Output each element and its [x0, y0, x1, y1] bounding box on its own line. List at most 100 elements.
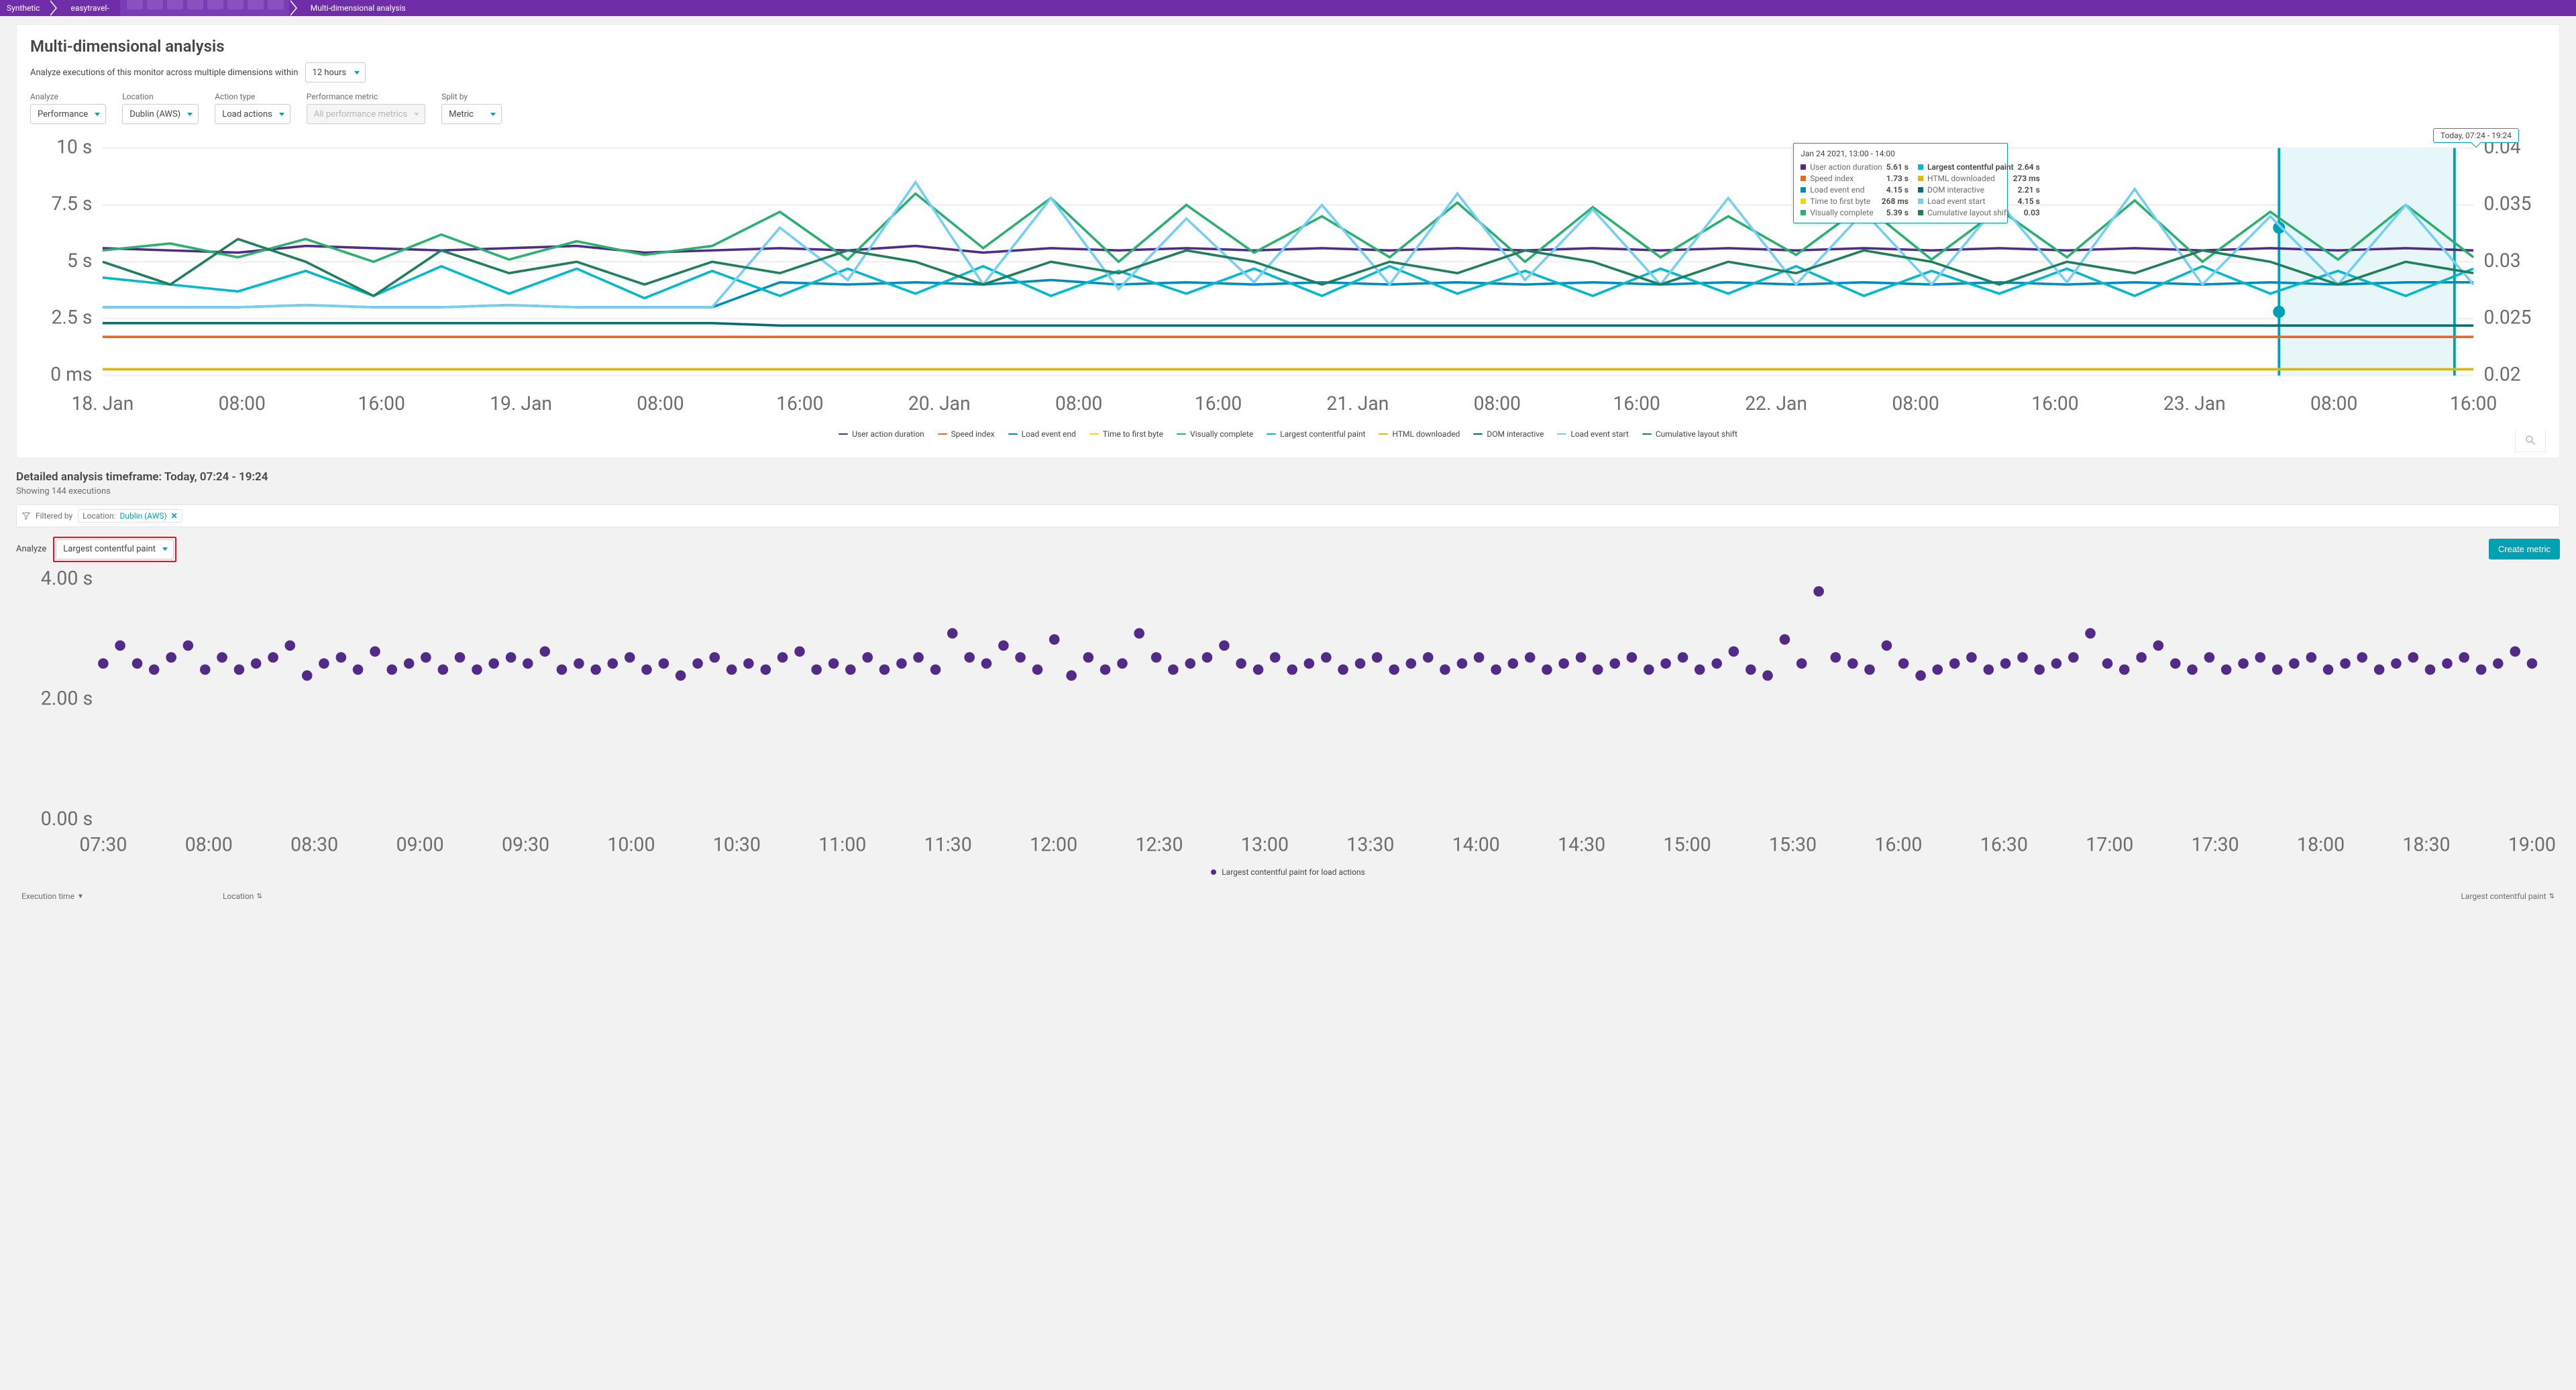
svg-text:16:30: 16:30 — [1980, 833, 2028, 855]
svg-text:08:00: 08:00 — [219, 392, 266, 415]
svg-text:5 s: 5 s — [67, 250, 92, 272]
legend-item[interactable]: Visually complete — [1177, 429, 1253, 439]
svg-text:18:00: 18:00 — [2297, 833, 2345, 855]
timerange-badge: Today, 07:24 - 19:24 — [2433, 128, 2519, 143]
analyze-dropdown[interactable]: Performance — [30, 104, 106, 124]
svg-text:0.035: 0.035 — [2484, 193, 2532, 215]
th-lcp-label: Largest contentful paint — [2461, 892, 2546, 901]
svg-text:10:00: 10:00 — [607, 833, 655, 855]
svg-text:16:00: 16:00 — [2450, 392, 2497, 415]
svg-text:08:00: 08:00 — [1892, 392, 1939, 415]
svg-text:10:30: 10:30 — [713, 833, 761, 855]
legend-item[interactable]: Load event start — [1557, 429, 1628, 439]
legend-item[interactable]: Load event end — [1008, 429, 1076, 439]
zoom-reset-button[interactable] — [2515, 429, 2546, 452]
sort-desc-icon: ▼ — [77, 893, 84, 900]
svg-text:16:00: 16:00 — [358, 392, 405, 415]
sort-icon: ⇅ — [2549, 893, 2555, 900]
chevron-down-icon — [354, 71, 360, 74]
chevron-down-icon — [490, 113, 496, 116]
detail-analyze-dropdown[interactable]: Largest contentful paint — [56, 539, 174, 559]
svg-text:08:00: 08:00 — [185, 833, 233, 855]
svg-text:08:00: 08:00 — [2310, 392, 2357, 415]
svg-text:16:00: 16:00 — [1613, 392, 1660, 415]
svg-text:08:00: 08:00 — [1474, 392, 1521, 415]
chevron-down-icon — [279, 113, 284, 116]
th-lcp[interactable]: Largest contentful paint ⇅ — [2461, 892, 2555, 901]
detail-analyze-label: Analyze — [16, 544, 46, 554]
actiontype-label: Action type — [215, 92, 290, 101]
splitby-dropdown[interactable]: Metric — [441, 104, 502, 124]
overview-chart[interactable]: 0 ms2.5 s5 s7.5 s10 s0.020.0250.030.0350… — [30, 131, 2546, 424]
splitby-label: Split by — [441, 92, 502, 101]
legend-item[interactable]: Time to first byte — [1089, 429, 1163, 439]
svg-text:08:00: 08:00 — [637, 392, 684, 415]
analyze-value: Performance — [38, 109, 88, 119]
chevron-down-icon — [162, 547, 168, 551]
chart-tooltip: Jan 24 2021, 13:00 - 14:00 User action d… — [1793, 143, 2008, 223]
svg-text:09:30: 09:30 — [502, 833, 549, 855]
detailed-subtitle: Showing 144 executions — [16, 486, 2560, 496]
svg-text:16:00: 16:00 — [1195, 392, 1242, 415]
svg-text:08:30: 08:30 — [290, 833, 338, 855]
svg-text:2.5 s: 2.5 s — [52, 307, 93, 329]
sort-icon: ⇅ — [256, 893, 262, 900]
actiontype-dropdown[interactable]: Load actions — [215, 104, 290, 124]
chevron-right-icon — [290, 0, 297, 16]
svg-text:14:30: 14:30 — [1558, 833, 1605, 855]
svg-text:16:00: 16:00 — [1874, 833, 1922, 855]
svg-text:0.02: 0.02 — [2484, 363, 2521, 385]
svg-text:0.025: 0.025 — [2484, 307, 2532, 329]
svg-text:0.03: 0.03 — [2484, 250, 2521, 272]
svg-text:2.00 s: 2.00 s — [41, 687, 93, 709]
svg-text:16:00: 16:00 — [2031, 392, 2078, 415]
scatter-legend-label: Largest contentful paint for load action… — [1222, 867, 1365, 877]
chevron-down-icon — [95, 113, 100, 116]
svg-text:07:30: 07:30 — [79, 833, 127, 855]
timeframe-value: 12 hours — [313, 68, 347, 78]
chevron-right-icon — [50, 0, 57, 16]
legend-item[interactable]: Speed index — [938, 429, 995, 439]
breadcrumb-monitor[interactable]: easytravel- — [57, 0, 119, 16]
analysis-panel: Multi-dimensional analysis Analyze execu… — [16, 24, 2560, 458]
legend-item[interactable]: HTML downloaded — [1379, 429, 1460, 439]
results-table-header: Execution time ▼ Location ⇅ Largest cont… — [16, 882, 2560, 901]
location-value: Dublin (AWS) — [129, 109, 180, 119]
breadcrumb-root[interactable]: Synthetic — [0, 0, 50, 16]
svg-text:17:00: 17:00 — [2086, 833, 2133, 855]
chip-value[interactable]: Dublin (AWS) — [120, 511, 167, 521]
legend-item[interactable]: DOM interactive — [1473, 429, 1544, 439]
filter-bar[interactable]: Filtered by Location: Dublin (AWS) ✕ — [16, 504, 2560, 527]
legend-item[interactable]: User action duration — [839, 429, 924, 439]
perf-metric-placeholder: All performance metrics — [314, 109, 407, 119]
svg-text:15:30: 15:30 — [1769, 833, 1817, 855]
actiontype-value: Load actions — [222, 109, 272, 119]
svg-text:11:30: 11:30 — [924, 833, 972, 855]
svg-text:4.00 s: 4.00 s — [41, 569, 93, 589]
th-location[interactable]: Location ⇅ — [223, 892, 357, 901]
magnifier-icon — [2524, 434, 2536, 446]
svg-text:10 s: 10 s — [56, 136, 92, 158]
location-label: Location — [122, 92, 199, 101]
th-execution-time[interactable]: Execution time ▼ — [21, 892, 223, 901]
svg-text:18:30: 18:30 — [2402, 833, 2450, 855]
perf-metric-label: Performance metric — [307, 92, 425, 101]
breadcrumb-current: Multi-dimensional analysis — [297, 0, 417, 16]
svg-text:19:00: 19:00 — [2508, 833, 2556, 855]
svg-text:21. Jan: 21. Jan — [1327, 392, 1389, 415]
scatter-chart[interactable]: 0.00 s2.00 s4.00 s07:3008:0008:3009:0009… — [16, 569, 2560, 865]
svg-text:12:00: 12:00 — [1030, 833, 1077, 855]
legend-item[interactable]: Largest contentful paint — [1267, 429, 1365, 439]
scatter-legend: Largest contentful paint for load action… — [16, 867, 2560, 877]
timeframe-dropdown[interactable]: 12 hours — [305, 62, 366, 83]
location-dropdown[interactable]: Dublin (AWS) — [122, 104, 199, 124]
legend-item[interactable]: Cumulative layout shift — [1642, 429, 1737, 439]
create-metric-button[interactable]: Create metric — [2489, 539, 2560, 559]
splitby-value: Metric — [449, 109, 474, 119]
breadcrumb: Synthetic easytravel- Multi-dimensional … — [0, 0, 2576, 16]
filter-chip-location: Location: Dublin (AWS) ✕ — [78, 509, 182, 523]
svg-text:0 ms: 0 ms — [50, 363, 92, 385]
chip-remove-icon[interactable]: ✕ — [171, 511, 178, 521]
breadcrumb-redacted — [120, 0, 290, 16]
chart-legend: User action duration Speed index Load even… — [30, 429, 2546, 439]
